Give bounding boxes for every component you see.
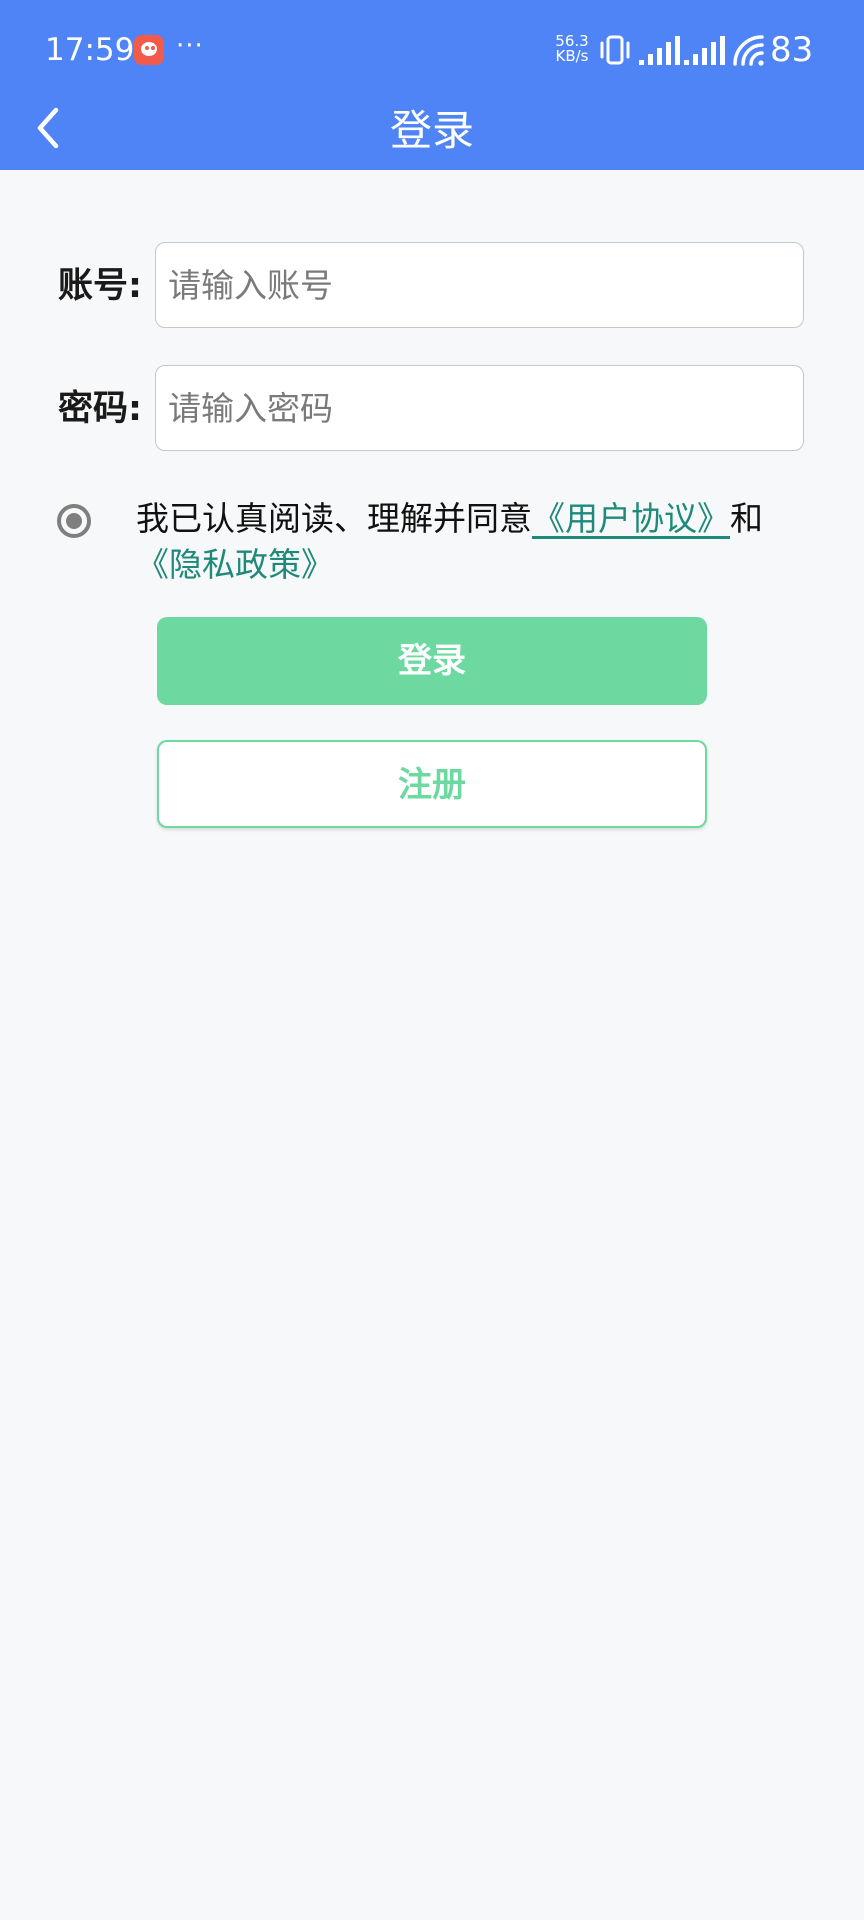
network-speed: 56.3 KB/s	[552, 34, 592, 64]
agreement-text: 我已认真阅读、理解并同意《用户协议》和《隐私政策》	[136, 496, 796, 588]
login-button[interactable]: 登录	[157, 617, 707, 705]
account-row: 账号:	[0, 242, 864, 330]
password-row: 密码:	[0, 365, 864, 453]
page-title: 登录	[389, 106, 474, 155]
more-notifications-icon: ···	[176, 31, 204, 61]
signal-icon	[684, 36, 725, 65]
password-label: 密码:	[58, 389, 142, 429]
register-button[interactable]: 注册	[157, 740, 707, 828]
privacy-policy-link[interactable]: 《隐私政策》	[136, 545, 334, 584]
app-notification-icon	[134, 35, 164, 65]
signal-icon	[639, 36, 680, 65]
agreement-prefix: 我已认真阅读、理解并同意	[136, 499, 532, 538]
password-input[interactable]	[155, 365, 804, 451]
wifi-icon	[733, 35, 764, 66]
app-header: 17:59 ··· 56.3 KB/s 83 登录	[0, 0, 864, 170]
vibrate-icon	[600, 35, 630, 65]
account-label: 账号:	[58, 266, 142, 306]
network-speed-unit: KB/s	[555, 47, 589, 65]
account-input[interactable]	[155, 242, 804, 328]
battery-level: 83	[770, 30, 814, 70]
status-time: 17:59	[45, 32, 135, 68]
user-agreement-link[interactable]: 《用户协议》	[532, 499, 730, 538]
agreement-radio[interactable]	[57, 504, 91, 538]
status-bar: 17:59 ··· 56.3 KB/s 83	[0, 0, 864, 100]
agreement-conjunction: 和	[730, 499, 763, 538]
